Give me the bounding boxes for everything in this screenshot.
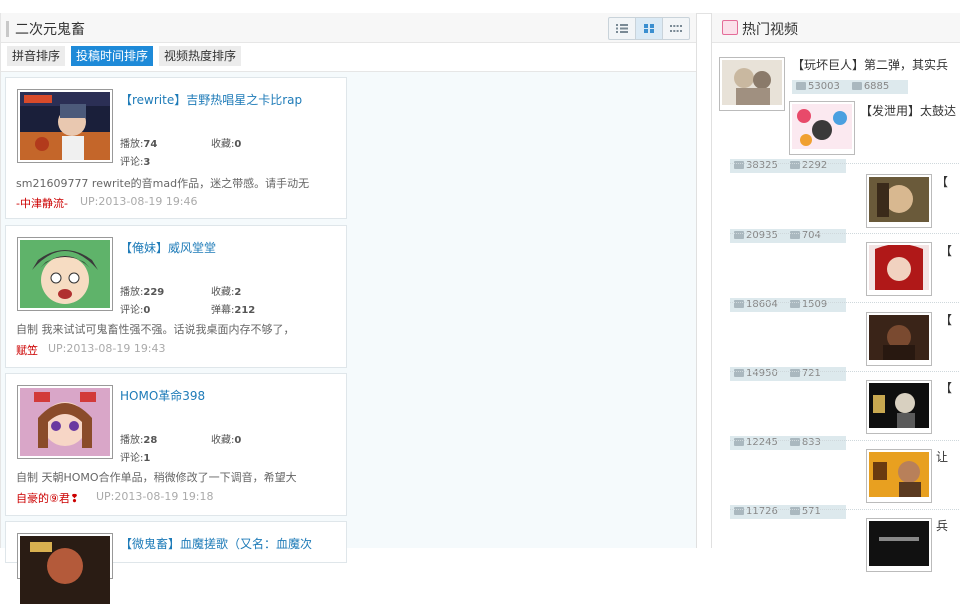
hot-video-stats: 14950 721 — [730, 367, 846, 381]
hot-video-title-link[interactable]: 【发泄用】太鼓达 — [860, 102, 956, 119]
hot-video-stats: 38325 2292 — [730, 159, 846, 173]
hot-video-stats: 12245 833 — [730, 436, 846, 450]
grid-view-button[interactable] — [636, 18, 663, 39]
grid-view-icon — [644, 24, 654, 33]
favorite-count: 收藏:0 — [211, 435, 242, 446]
upload-time: UP:2013-08-19 19:43 — [48, 342, 166, 355]
hot-video-thumbnail[interactable] — [866, 174, 932, 228]
upload-time: UP:2013-08-19 19:46 — [80, 195, 198, 208]
video-thumbnail[interactable] — [17, 89, 113, 163]
video-title-link[interactable]: 【rewrite】吉野热唱星之卡比rap — [120, 91, 302, 108]
favorite-count: 收藏:0 — [211, 139, 242, 150]
hot-video-title-link[interactable]: 让 — [936, 448, 948, 465]
uploader-link[interactable]: -中津静流- — [16, 195, 68, 211]
video-title-link[interactable]: HOMO革命398 — [120, 387, 205, 404]
hot-video-thumbnail[interactable] — [866, 380, 932, 434]
favorite-count: 收藏:2 — [211, 287, 242, 298]
video-thumbnail[interactable] — [17, 237, 113, 311]
video-title-link[interactable]: 【俺妹】威风堂堂 — [120, 239, 216, 256]
category-panel: 二次元鬼畜 拼音排序 投稿时间排序 视频热度排序 【rewrite】吉野热唱星之… — [0, 13, 697, 604]
video-thumbnail-image — [20, 92, 110, 160]
upload-time: UP:2013-08-19 19:18 — [96, 490, 214, 503]
hot-video-thumbnail-image — [869, 315, 929, 360]
comment-count: 评论:0 — [120, 305, 151, 316]
list-view-button[interactable] — [609, 18, 636, 39]
video-card: 【rewrite】吉野热唱星之卡比rap 播放:74 收藏:0 评论:3 sm2… — [5, 77, 347, 219]
category-title: 二次元鬼畜 — [15, 22, 85, 38]
sort-bar: 拼音排序 投稿时间排序 视频热度排序 — [1, 43, 696, 72]
hot-video-thumbnail[interactable] — [866, 242, 932, 296]
sort-pinyin-tab[interactable]: 拼音排序 — [7, 46, 66, 66]
list-view-icon — [616, 24, 628, 33]
hot-video-thumbnail-image — [869, 452, 929, 497]
video-card: HOMO革命398 播放:28 收藏:0 评论:1 自制 天朝HOMO合作单品，… — [5, 373, 347, 516]
divider — [730, 440, 960, 441]
top-strip — [0, 0, 960, 14]
divider — [730, 233, 960, 234]
play-count: 播放:229 — [120, 287, 165, 298]
video-description: sm21609777 rewrite的音mad作品，迷之带感。请手动无 — [16, 177, 310, 190]
hot-video-title-link[interactable]: 【 — [936, 173, 948, 190]
compact-view-button[interactable] — [663, 18, 689, 39]
hot-videos-header: 热门视频 — [712, 13, 960, 43]
uploader-link[interactable]: 赋笠 — [16, 342, 38, 358]
hot-video-title-link[interactable]: 【 — [940, 242, 952, 259]
comment-count: 评论:1 — [120, 453, 151, 464]
hot-video-thumbnail[interactable] — [866, 312, 932, 366]
view-switcher — [608, 17, 690, 40]
sort-popularity-tab[interactable]: 视频热度排序 — [159, 46, 242, 66]
hot-video-thumbnail[interactable] — [719, 57, 785, 111]
hot-video-stats: 53003 6885 — [792, 80, 908, 94]
hot-video-thumbnail[interactable] — [789, 101, 855, 155]
danmaku-count: 弹幕:212 — [211, 305, 256, 316]
divider — [730, 302, 960, 303]
video-description: 自制 天朝HOMO合作单品，稍微修改了一下调音，希望大 — [16, 471, 297, 484]
video-thumbnail-image — [20, 388, 110, 456]
hot-video-thumbnail[interactable] — [866, 518, 932, 572]
hot-videos-panel: 热门视频 【玩坏巨人】第二弹，其实兵 53003 6885 【发泄用】太鼓达 38… — [711, 13, 960, 572]
sort-upload-time-tab[interactable]: 投稿时间排序 — [71, 46, 154, 66]
comment-count: 评论:3 — [120, 157, 151, 168]
category-header: 二次元鬼畜 — [1, 13, 696, 43]
hot-video-thumbnail-image — [869, 244, 929, 290]
video-title-link[interactable]: 【微鬼畜】血魔搓歌（又名：血魔次 — [120, 535, 312, 552]
tv-icon — [722, 20, 738, 35]
compact-view-icon — [670, 24, 682, 32]
hot-video-stats: 18604 1509 — [730, 298, 846, 312]
hot-video-thumbnail-image — [869, 521, 929, 566]
hot-video-thumbnail[interactable] — [866, 449, 932, 503]
hot-video-stats: 11726 571 — [730, 505, 846, 519]
video-thumbnail-image — [20, 536, 110, 604]
hot-video-title-link[interactable]: 【 — [940, 379, 952, 396]
hot-video-title-link[interactable]: 兵 — [936, 517, 948, 534]
hot-video-thumbnail-image — [869, 383, 929, 428]
hot-video-thumbnail-image — [722, 60, 782, 105]
hot-video-title-link[interactable]: 【玩坏巨人】第二弹，其实兵 — [792, 56, 948, 73]
video-thumbnail[interactable] — [17, 533, 113, 604]
hot-video-stats: 20935 704 — [730, 229, 846, 243]
hot-video-thumbnail-image — [792, 104, 852, 149]
hot-video-thumbnail-image — [869, 177, 929, 222]
comment-icon — [851, 82, 862, 90]
play-count: 播放:74 — [120, 139, 158, 150]
video-thumbnail[interactable] — [17, 385, 113, 459]
video-card: 【俺妹】威风堂堂 播放:229 收藏:2 评论:0 弹幕:212 自制 我来试试… — [5, 225, 347, 368]
divider — [730, 371, 960, 372]
video-description: 自制 我来试试可鬼畜性强不强。话说我桌面内存不够了， — [16, 323, 295, 336]
hot-videos-title: 热门视频 — [742, 22, 798, 38]
play-icon — [796, 82, 806, 90]
video-thumbnail-image — [20, 240, 110, 308]
header-marker — [6, 21, 9, 37]
divider — [730, 163, 960, 164]
uploader-link[interactable]: 自豪的⑨君❢ — [16, 490, 79, 506]
play-count: 播放:28 — [120, 435, 158, 446]
divider — [730, 509, 960, 510]
video-card: 【微鬼畜】血魔搓歌（又名：血魔次 — [5, 521, 347, 604]
hot-video-title-link[interactable]: 【 — [940, 311, 952, 328]
